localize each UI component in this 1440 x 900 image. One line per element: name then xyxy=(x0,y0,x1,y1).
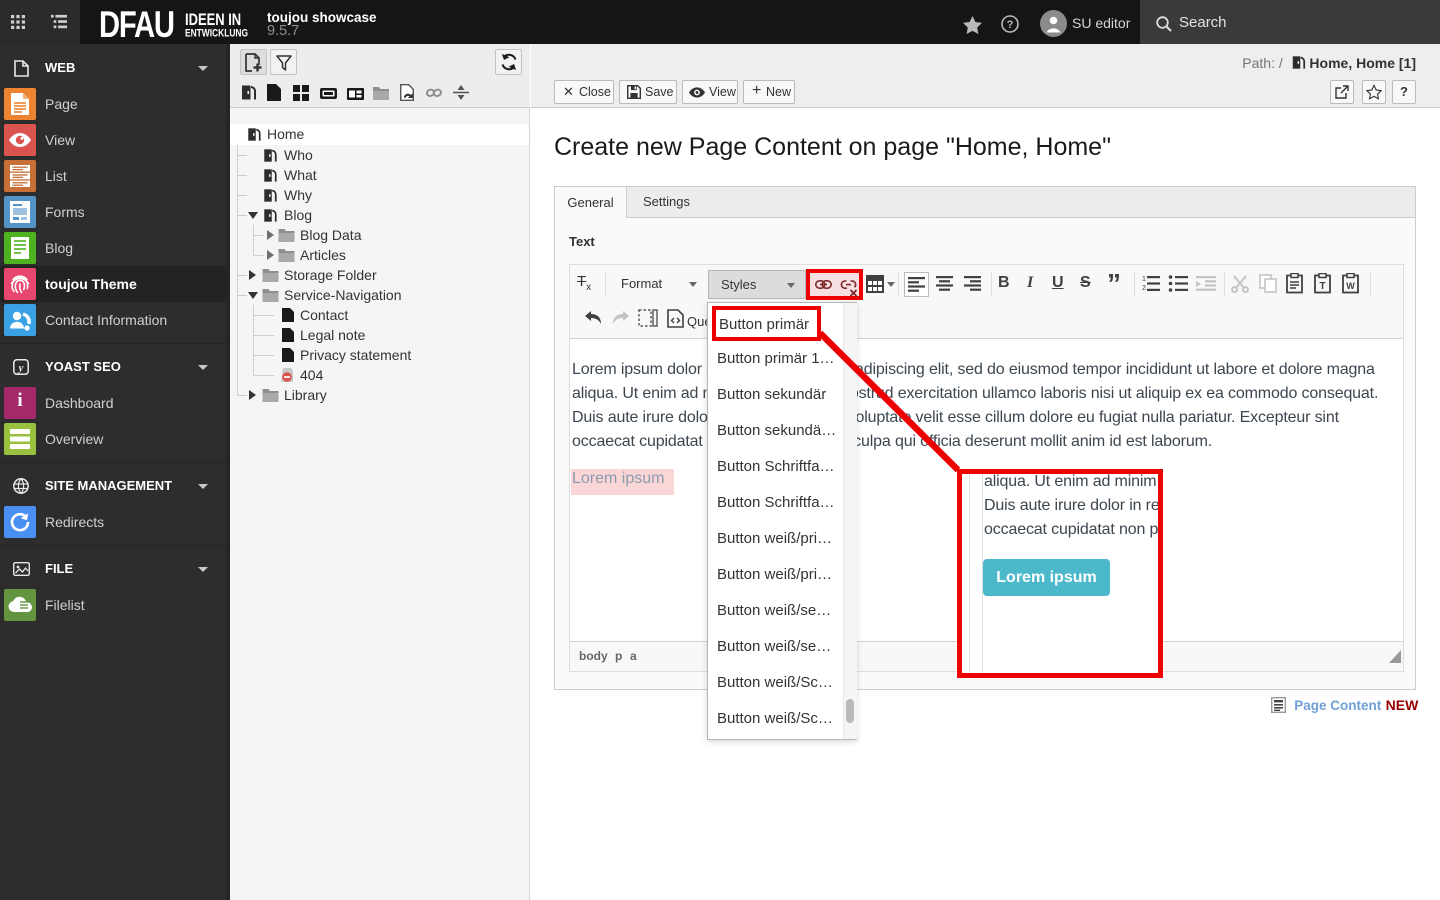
svg-text:T: T xyxy=(1319,281,1325,292)
svg-text:?: ? xyxy=(1007,19,1014,31)
svg-text:2: 2 xyxy=(1142,285,1146,292)
svg-text:y: y xyxy=(17,362,24,374)
svg-text:W: W xyxy=(1346,281,1355,291)
svg-text:1: 1 xyxy=(1142,276,1146,283)
